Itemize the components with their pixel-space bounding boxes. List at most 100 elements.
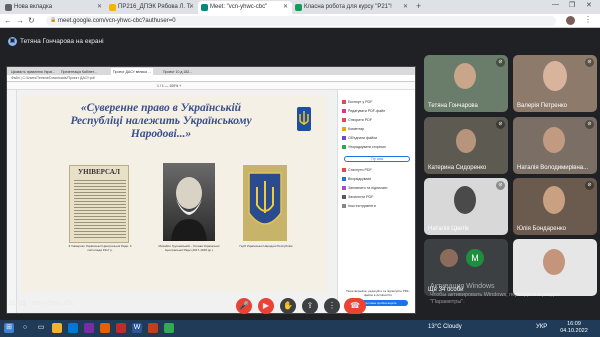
tab-label: Meet: "vcn-yhwc-cbc"	[210, 4, 268, 10]
activation-watermark-title: Активация Windows	[430, 283, 495, 290]
weather-text: 13°C Cloudy	[428, 324, 462, 330]
combine-files-icon	[342, 136, 346, 141]
close-icon[interactable]: ✕	[403, 3, 408, 10]
raise-hand-button[interactable]: ✋	[280, 298, 296, 314]
close-icon[interactable]: ✕	[283, 3, 288, 10]
participant-video	[543, 186, 565, 214]
participant-tile[interactable]: ⊘ Тетяна Гончарова	[424, 55, 508, 112]
participant-video	[543, 61, 567, 91]
tool-item: Заповнити та підписати	[342, 186, 387, 191]
presenting-text: Тетяна Гончарова на екрані	[20, 38, 104, 45]
pdf-left-rail	[7, 90, 17, 313]
shared-screen: Цікавість правління Украї... Презентація…	[6, 66, 416, 314]
mic-off-icon: ⊘	[496, 58, 505, 67]
pdf-toolbar: 1 / 1 — 100% +	[7, 82, 415, 90]
url-field[interactable]: 🔒 meet.google.com/vcn-yhwc-cbc?authuser=…	[46, 16, 556, 26]
participant-tile[interactable]: ⊘ Валерія Петренко	[513, 55, 597, 112]
word-icon[interactable]: W	[132, 323, 142, 333]
others-avatar: M	[466, 249, 484, 267]
participant-tile[interactable]: ⊘ Юлія Бондаренко	[513, 178, 597, 235]
participant-tile[interactable]: ⊘ Наталія Володимирівна...	[513, 117, 597, 174]
slide-title: «Суверенне право в Українській Республіц…	[70, 102, 252, 140]
language-indicator[interactable]: УКР	[536, 324, 547, 330]
search-icon[interactable]: ○	[20, 323, 30, 333]
meeting-time: 16:09	[8, 300, 26, 307]
file-explorer-icon[interactable]	[52, 323, 62, 333]
clock-date: 04.10.2022	[560, 328, 588, 334]
organize-pages-icon	[342, 145, 346, 150]
newspaper-text-lines	[74, 178, 126, 238]
shared-tab: Проект 10 д 182...	[163, 70, 193, 74]
mic-off-icon: ⊘	[496, 120, 505, 129]
trident-emblem-icon	[297, 107, 311, 131]
tool-item: Редагувати PDF-файл	[342, 109, 385, 114]
shared-tab: Презентація Кабінет...	[61, 70, 97, 74]
app-icon[interactable]	[116, 323, 126, 333]
start-icon[interactable]: ⊞	[4, 323, 14, 333]
participant-name: Катерина Сидоренко	[428, 165, 487, 171]
participant-video	[543, 127, 565, 153]
tool-item: Захистити PDF	[342, 195, 373, 200]
others-avatar	[440, 249, 458, 267]
profile-avatar[interactable]	[566, 16, 575, 25]
portrait-image	[163, 163, 215, 241]
participant-name: Наталія Володимирівна...	[517, 165, 589, 171]
mic-off-icon: ⊘	[585, 58, 594, 67]
reload-icon[interactable]: ↻	[28, 16, 35, 25]
caption-universal: ІІ Універсал Української Центральної Рад…	[68, 244, 132, 252]
close-icon[interactable]: ✕	[97, 3, 102, 10]
caption-coat-of-arms: Герб Української Народної Республіки	[239, 244, 293, 248]
try-now-button: Try now	[344, 156, 410, 162]
tool-item: Упорядкувати сторінки	[342, 145, 386, 150]
export-pdf-icon	[342, 100, 346, 105]
more-options-button[interactable]: ⋮	[324, 298, 340, 314]
edge-icon[interactable]	[68, 323, 78, 333]
browser-tab[interactable]: Класна робота для курсу "Р21"! ✕	[292, 1, 412, 14]
tab-favicon	[5, 4, 12, 11]
participant-tile[interactable]: ⊘ Наталія Цветік	[424, 178, 508, 235]
firefox-icon[interactable]	[100, 323, 110, 333]
participant-name: Юлія Бондаренко	[517, 226, 566, 232]
app-icon[interactable]	[148, 323, 158, 333]
participant-video	[454, 63, 476, 89]
browser-tab[interactable]: ПР216_ДПЭК Рябова Л. Т. ✕	[106, 1, 198, 14]
tab-label: Нова вкладка	[14, 4, 53, 10]
close-icon[interactable]: ✕	[189, 3, 194, 10]
app-icon[interactable]	[84, 323, 94, 333]
present-screen-icon: ▣	[8, 37, 17, 46]
mic-off-icon: ⊘	[585, 181, 594, 190]
menu-dots-icon[interactable]: ⋮	[584, 15, 592, 24]
task-view-icon[interactable]: ▭	[36, 323, 46, 333]
back-icon[interactable]: ←	[4, 16, 12, 25]
browser-tab-active[interactable]: Meet: "vcn-yhwc-cbc" ✕	[198, 1, 292, 14]
shared-tab-active: Проект ДАСУ велика ...	[111, 68, 153, 75]
minimize-icon[interactable]: —	[552, 1, 559, 8]
participant-name: Тетяна Гончарова	[428, 103, 478, 109]
acrobat-tools-panel: Експорт у PDF Редагувати PDF-файл Створи…	[337, 90, 415, 313]
maximize-icon[interactable]: ❐	[569, 1, 575, 9]
mic-toggle-button[interactable]: 🎤	[236, 298, 252, 314]
browser-tab[interactable]: Нова вкладка ✕	[2, 1, 106, 14]
address-bar: ← → ↻ 🔒 meet.google.com/vcn-yhwc-cbc?aut…	[0, 14, 600, 28]
tab-favicon	[109, 4, 116, 11]
tool-item: Стиснути PDF	[342, 168, 372, 173]
chrome-icon[interactable]	[164, 323, 174, 333]
new-tab-icon[interactable]: +	[416, 1, 421, 11]
leave-call-button[interactable]: ☎	[344, 298, 366, 314]
tool-item: Експорт у PDF	[342, 100, 372, 105]
camera-toggle-button[interactable]: ▶	[258, 298, 274, 314]
create-pdf-icon	[342, 118, 346, 123]
forward-icon[interactable]: →	[16, 16, 24, 25]
self-video	[543, 249, 565, 275]
meet-area: ▣ Тетяна Гончарова на екрані Цікавість п…	[0, 28, 600, 320]
close-window-icon[interactable]: ✕	[586, 1, 592, 9]
more-tools-icon	[342, 204, 346, 209]
present-button[interactable]: ⇪	[302, 298, 318, 314]
shared-browser-tabs: Цікавість правління Украї... Презентація…	[7, 67, 415, 75]
participant-tile[interactable]: ⊘ Катерина Сидоренко	[424, 117, 508, 174]
compress-pdf-icon	[342, 168, 346, 173]
protect-pdf-icon	[342, 195, 346, 200]
shared-tab: Цікавість правління Украї...	[11, 70, 56, 74]
participant-name: Валерія Петренко	[517, 103, 567, 109]
tab-favicon	[201, 4, 208, 11]
